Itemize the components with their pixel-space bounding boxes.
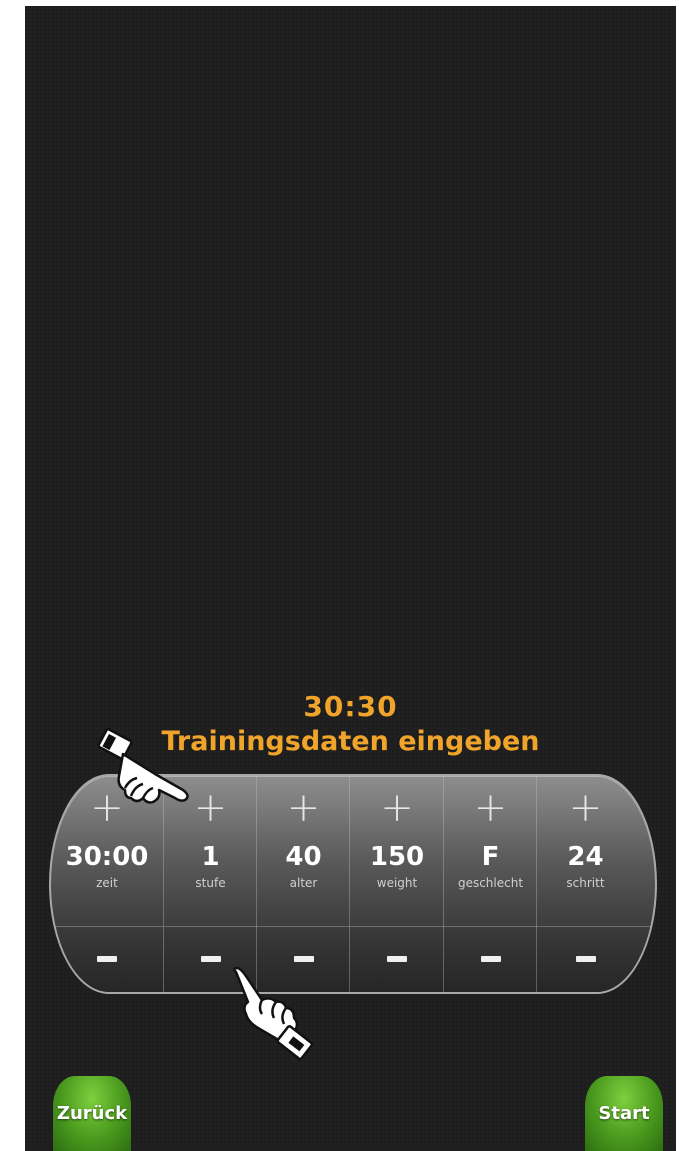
divider xyxy=(444,926,537,927)
minus-icon xyxy=(480,956,501,962)
increment-button-weight[interactable]: + xyxy=(350,788,444,828)
screen: 30:30 Trainingsdaten eingeben + 30:00 ze… xyxy=(25,6,676,1151)
divider xyxy=(350,926,444,927)
increment-button-alter[interactable]: + xyxy=(257,788,350,828)
divider xyxy=(164,926,257,927)
decrement-button-schritt[interactable] xyxy=(537,928,655,992)
label-weight: weight xyxy=(376,876,418,890)
control-geschlecht: + F geschlecht xyxy=(443,776,537,992)
label-stufe: stufe xyxy=(195,876,226,890)
value-stufe: 1 xyxy=(201,842,220,872)
label-alter: alter xyxy=(289,876,318,890)
control-stufe: + 1 stufe xyxy=(163,776,257,992)
control-zeit: + 30:00 zeit xyxy=(51,776,163,992)
minus-icon xyxy=(200,956,221,962)
control-alter: + 40 alter xyxy=(256,776,350,992)
divider xyxy=(51,926,163,927)
value-geschlecht: F xyxy=(481,842,500,872)
decrement-button-geschlecht[interactable] xyxy=(444,928,537,992)
value-weight: 150 xyxy=(369,842,425,872)
minus-icon xyxy=(575,956,596,962)
minus-icon xyxy=(293,956,314,962)
divider xyxy=(257,926,350,927)
decrement-button-weight[interactable] xyxy=(350,928,444,992)
minus-icon xyxy=(387,956,407,962)
decrement-button-zeit[interactable] xyxy=(51,928,163,992)
minus-icon xyxy=(97,956,117,962)
value-alter: 40 xyxy=(285,842,322,872)
pointing-hand-icon xyxy=(97,728,189,804)
label-zeit: zeit xyxy=(96,876,118,890)
control-weight: + 150 weight xyxy=(349,776,444,992)
control-schritt: + 24 schritt xyxy=(536,776,655,992)
timer-display: 30:30 xyxy=(303,690,398,723)
pointing-hand-icon xyxy=(233,966,314,1061)
increment-button-schritt[interactable]: + xyxy=(537,788,655,828)
value-zeit: 30:00 xyxy=(65,842,149,872)
label-geschlecht: geschlecht xyxy=(457,876,524,890)
start-button[interactable]: Start xyxy=(585,1076,663,1151)
label-schritt: schritt xyxy=(566,876,605,890)
divider xyxy=(537,926,655,927)
back-button[interactable]: Zurück xyxy=(53,1076,131,1151)
value-schritt: 24 xyxy=(567,842,604,872)
increment-button-geschlecht[interactable]: + xyxy=(444,788,537,828)
